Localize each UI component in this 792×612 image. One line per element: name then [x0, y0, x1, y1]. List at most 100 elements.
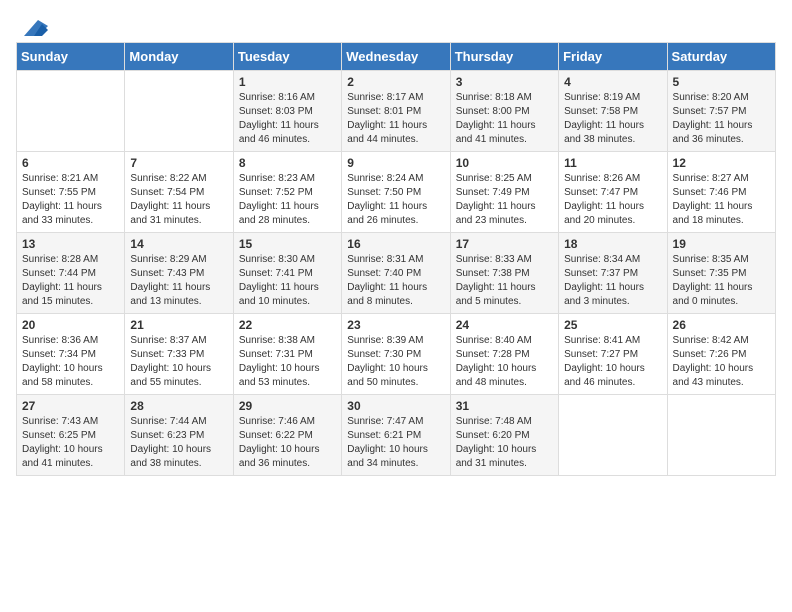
- day-info: Sunrise: 8:20 AM Sunset: 7:57 PM Dayligh…: [673, 91, 770, 147]
- day-cell: 30 Sunrise: 7:47 AM Sunset: 6:21 PM Dayli…: [342, 395, 450, 476]
- header-monday: Monday: [125, 43, 233, 71]
- day-number: 27: [22, 399, 119, 413]
- day-number: 4: [564, 75, 661, 89]
- day-number: 2: [347, 75, 444, 89]
- day-info: Sunrise: 7:48 AM Sunset: 6:20 PM Dayligh…: [456, 415, 553, 471]
- day-cell: 9 Sunrise: 8:24 AM Sunset: 7:50 PM Daylig…: [342, 152, 450, 233]
- day-number: 6: [22, 156, 119, 170]
- day-number: 31: [456, 399, 553, 413]
- day-info: Sunrise: 8:39 AM Sunset: 7:30 PM Dayligh…: [347, 334, 444, 390]
- day-cell: 15 Sunrise: 8:30 AM Sunset: 7:41 PM Dayli…: [233, 233, 341, 314]
- day-cell: 19Sunrise: 8:35 AM Sunset: 7:35 PM Dayli…: [667, 233, 775, 314]
- day-cell: 25 Sunrise: 8:41 AM Sunset: 7:27 PM Dayli…: [559, 314, 667, 395]
- day-info: Sunrise: 8:17 AM Sunset: 8:01 PM Dayligh…: [347, 91, 444, 147]
- calendar: SundayMondayTuesdayWednesdayThursdayFrid…: [16, 42, 776, 476]
- week-row-2: 13 Sunrise: 8:28 AM Sunset: 7:44 PM Dayli…: [17, 233, 776, 314]
- day-number: 26: [673, 318, 770, 332]
- week-row-0: 1 Sunrise: 8:16 AM Sunset: 8:03 PM Daylig…: [17, 71, 776, 152]
- day-number: 29: [239, 399, 336, 413]
- week-row-1: 6 Sunrise: 8:21 AM Sunset: 7:55 PM Daylig…: [17, 152, 776, 233]
- day-cell: 17Sunrise: 8:33 AM Sunset: 7:38 PM Dayli…: [450, 233, 558, 314]
- day-cell: 31 Sunrise: 7:48 AM Sunset: 6:20 PM Dayli…: [450, 395, 558, 476]
- day-cell: 6 Sunrise: 8:21 AM Sunset: 7:55 PM Daylig…: [17, 152, 125, 233]
- day-cell: [125, 71, 233, 152]
- day-number: 1: [239, 75, 336, 89]
- header-thursday: Thursday: [450, 43, 558, 71]
- header-saturday: Saturday: [667, 43, 775, 71]
- day-number: 30: [347, 399, 444, 413]
- day-number: 25: [564, 318, 661, 332]
- day-number: 15: [239, 237, 336, 251]
- day-cell: 29 Sunrise: 7:46 AM Sunset: 6:22 PM Dayli…: [233, 395, 341, 476]
- day-cell: 26 Sunrise: 8:42 AM Sunset: 7:26 PM Dayli…: [667, 314, 775, 395]
- day-info: Sunrise: 8:25 AM Sunset: 7:49 PM Dayligh…: [456, 172, 553, 228]
- day-number: 21: [130, 318, 227, 332]
- header: [16, 16, 776, 34]
- day-cell: 23 Sunrise: 8:39 AM Sunset: 7:30 PM Dayli…: [342, 314, 450, 395]
- day-cell: 3Sunrise: 8:18 AM Sunset: 8:00 PM Daylig…: [450, 71, 558, 152]
- day-info: Sunrise: 7:44 AM Sunset: 6:23 PM Dayligh…: [130, 415, 227, 471]
- week-row-3: 20 Sunrise: 8:36 AM Sunset: 7:34 PM Dayli…: [17, 314, 776, 395]
- day-number: 18: [564, 237, 661, 251]
- day-cell: [559, 395, 667, 476]
- day-cell: 1 Sunrise: 8:16 AM Sunset: 8:03 PM Daylig…: [233, 71, 341, 152]
- day-number: 16: [347, 237, 444, 251]
- day-cell: 2 Sunrise: 8:17 AM Sunset: 8:01 PM Daylig…: [342, 71, 450, 152]
- day-info: Sunrise: 8:41 AM Sunset: 7:27 PM Dayligh…: [564, 334, 661, 390]
- day-cell: 7 Sunrise: 8:22 AM Sunset: 7:54 PM Daylig…: [125, 152, 233, 233]
- day-cell: 20 Sunrise: 8:36 AM Sunset: 7:34 PM Dayli…: [17, 314, 125, 395]
- day-info: Sunrise: 8:28 AM Sunset: 7:44 PM Dayligh…: [22, 253, 119, 309]
- day-number: 22: [239, 318, 336, 332]
- day-info: Sunrise: 8:40 AM Sunset: 7:28 PM Dayligh…: [456, 334, 553, 390]
- day-info: Sunrise: 8:21 AM Sunset: 7:55 PM Dayligh…: [22, 172, 119, 228]
- day-number: 13: [22, 237, 119, 251]
- day-info: Sunrise: 8:19 AM Sunset: 7:58 PM Dayligh…: [564, 91, 661, 147]
- day-info: Sunrise: 8:37 AM Sunset: 7:33 PM Dayligh…: [130, 334, 227, 390]
- day-info: Sunrise: 8:33 AM Sunset: 7:38 PM Dayligh…: [456, 253, 553, 309]
- day-number: 28: [130, 399, 227, 413]
- day-number: 24: [456, 318, 553, 332]
- day-number: 19: [673, 237, 770, 251]
- day-cell: 10 Sunrise: 8:25 AM Sunset: 7:49 PM Dayli…: [450, 152, 558, 233]
- day-info: Sunrise: 8:29 AM Sunset: 7:43 PM Dayligh…: [130, 253, 227, 309]
- day-cell: 14Sunrise: 8:29 AM Sunset: 7:43 PM Dayli…: [125, 233, 233, 314]
- header-tuesday: Tuesday: [233, 43, 341, 71]
- day-cell: 13 Sunrise: 8:28 AM Sunset: 7:44 PM Dayli…: [17, 233, 125, 314]
- day-info: Sunrise: 8:24 AM Sunset: 7:50 PM Dayligh…: [347, 172, 444, 228]
- day-info: Sunrise: 8:16 AM Sunset: 8:03 PM Dayligh…: [239, 91, 336, 147]
- day-number: 20: [22, 318, 119, 332]
- day-number: 11: [564, 156, 661, 170]
- day-info: Sunrise: 8:23 AM Sunset: 7:52 PM Dayligh…: [239, 172, 336, 228]
- header-sunday: Sunday: [17, 43, 125, 71]
- day-cell: 28 Sunrise: 7:44 AM Sunset: 6:23 PM Dayli…: [125, 395, 233, 476]
- calendar-header-row: SundayMondayTuesdayWednesdayThursdayFrid…: [17, 43, 776, 71]
- day-info: Sunrise: 8:42 AM Sunset: 7:26 PM Dayligh…: [673, 334, 770, 390]
- day-number: 9: [347, 156, 444, 170]
- day-info: Sunrise: 8:26 AM Sunset: 7:47 PM Dayligh…: [564, 172, 661, 228]
- day-number: 10: [456, 156, 553, 170]
- day-number: 5: [673, 75, 770, 89]
- day-info: Sunrise: 7:46 AM Sunset: 6:22 PM Dayligh…: [239, 415, 336, 471]
- header-wednesday: Wednesday: [342, 43, 450, 71]
- day-number: 8: [239, 156, 336, 170]
- day-info: Sunrise: 8:36 AM Sunset: 7:34 PM Dayligh…: [22, 334, 119, 390]
- day-info: Sunrise: 8:22 AM Sunset: 7:54 PM Dayligh…: [130, 172, 227, 228]
- day-cell: 8 Sunrise: 8:23 AM Sunset: 7:52 PM Daylig…: [233, 152, 341, 233]
- day-cell: 24 Sunrise: 8:40 AM Sunset: 7:28 PM Dayli…: [450, 314, 558, 395]
- day-number: 7: [130, 156, 227, 170]
- logo-icon: [20, 16, 50, 38]
- day-info: Sunrise: 7:47 AM Sunset: 6:21 PM Dayligh…: [347, 415, 444, 471]
- day-cell: 21 Sunrise: 8:37 AM Sunset: 7:33 PM Dayli…: [125, 314, 233, 395]
- day-info: Sunrise: 8:30 AM Sunset: 7:41 PM Dayligh…: [239, 253, 336, 309]
- day-cell: 27 Sunrise: 7:43 AM Sunset: 6:25 PM Dayli…: [17, 395, 125, 476]
- day-info: Sunrise: 8:27 AM Sunset: 7:46 PM Dayligh…: [673, 172, 770, 228]
- day-cell: [17, 71, 125, 152]
- logo: [16, 16, 50, 34]
- day-info: Sunrise: 7:43 AM Sunset: 6:25 PM Dayligh…: [22, 415, 119, 471]
- header-friday: Friday: [559, 43, 667, 71]
- day-info: Sunrise: 8:31 AM Sunset: 7:40 PM Dayligh…: [347, 253, 444, 309]
- day-cell: 18Sunrise: 8:34 AM Sunset: 7:37 PM Dayli…: [559, 233, 667, 314]
- day-number: 23: [347, 318, 444, 332]
- week-row-4: 27 Sunrise: 7:43 AM Sunset: 6:25 PM Dayli…: [17, 395, 776, 476]
- day-cell: [667, 395, 775, 476]
